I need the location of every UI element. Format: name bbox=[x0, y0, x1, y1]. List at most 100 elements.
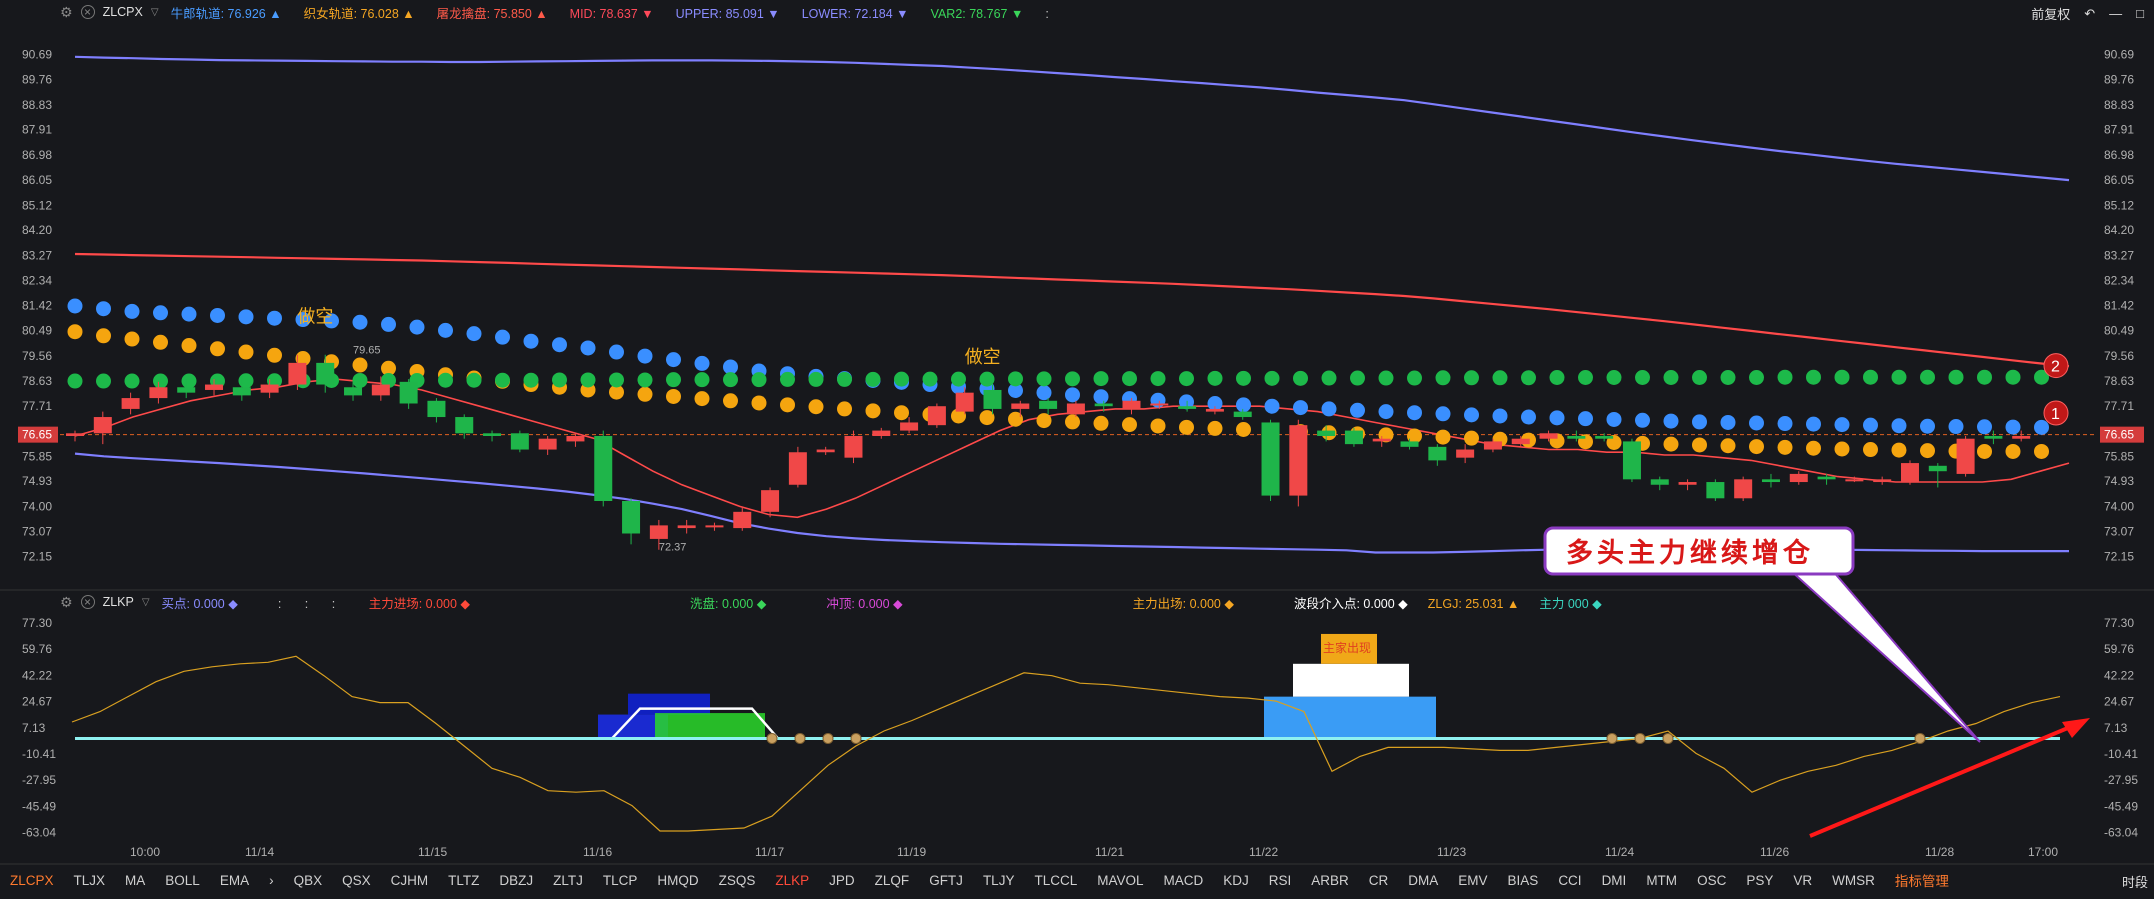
dot-牛郎轨道 bbox=[1834, 417, 1850, 433]
sub-y-tick-left: -45.49 bbox=[22, 799, 56, 813]
legend-item: 买点: 0.000 ◆ bbox=[161, 596, 238, 611]
dot-牛郎轨道 bbox=[1863, 417, 1878, 433]
candle-body bbox=[1595, 436, 1614, 439]
tab-ZLCPX[interactable]: ZLCPX bbox=[0, 873, 64, 888]
y-tick-right: 83.27 bbox=[2104, 248, 2134, 262]
dot-VAR2 bbox=[495, 372, 510, 388]
candle-body bbox=[399, 381, 418, 404]
tab-OSC[interactable]: OSC bbox=[1687, 873, 1736, 888]
dot-VAR2 bbox=[1977, 369, 1992, 385]
tab-QSX[interactable]: QSX bbox=[332, 873, 381, 888]
candle-body bbox=[1706, 482, 1725, 499]
tab-指标管理[interactable]: 指标管理 bbox=[1885, 870, 1959, 890]
chevron-down-icon[interactable]: ▽ bbox=[151, 7, 159, 18]
candle-body bbox=[705, 525, 724, 528]
tab-BIAS[interactable]: BIAS bbox=[1498, 873, 1549, 888]
tab-ZLKP[interactable]: ZLKP bbox=[765, 873, 819, 888]
dot-VAR2 bbox=[1863, 369, 1878, 385]
candle-body bbox=[1650, 479, 1669, 485]
minimize-icon[interactable]: — bbox=[2109, 6, 2122, 21]
tab-CJHM[interactable]: CJHM bbox=[381, 873, 439, 888]
tab-ZLQF[interactable]: ZLQF bbox=[865, 873, 920, 888]
tab-JPD[interactable]: JPD bbox=[819, 873, 865, 888]
sub-marker bbox=[1662, 732, 1674, 744]
candle-body bbox=[1178, 406, 1197, 409]
sub-y-tick-right: -45.49 bbox=[2104, 799, 2138, 813]
dot-织女轨道 bbox=[780, 397, 795, 413]
tab-DMA[interactable]: DMA bbox=[1398, 873, 1448, 888]
tab-TLCP[interactable]: TLCP bbox=[593, 873, 648, 888]
dot-织女轨道 bbox=[96, 328, 111, 344]
y-tick-left: 90.69 bbox=[22, 47, 52, 61]
dot-牛郎轨道 bbox=[1948, 419, 1964, 435]
y-tick-left: 85.12 bbox=[22, 198, 52, 212]
dot-织女轨道 bbox=[1093, 415, 1109, 431]
dot-VAR2 bbox=[2005, 369, 2021, 385]
undo-icon[interactable]: ↶ bbox=[2084, 6, 2095, 22]
tab-ZLTJ[interactable]: ZLTJ bbox=[543, 873, 593, 888]
close-indicator-icon[interactable]: × bbox=[80, 5, 95, 19]
sub-indicator-code[interactable]: ZLKP bbox=[103, 595, 134, 609]
tab-DMI[interactable]: DMI bbox=[1592, 873, 1637, 888]
indicator-code[interactable]: ZLCPX bbox=[103, 5, 143, 19]
tab-TLJX[interactable]: TLJX bbox=[64, 873, 116, 888]
sub-settings-gear-icon[interactable]: ⚙ bbox=[60, 594, 73, 611]
dot-牛郎轨道 bbox=[1920, 418, 1935, 434]
tab-MAVOL[interactable]: MAVOL bbox=[1087, 873, 1153, 888]
dot-VAR2 bbox=[1521, 370, 1536, 386]
candle-body bbox=[149, 387, 168, 399]
tab-VR[interactable]: VR bbox=[1783, 873, 1822, 888]
tab-MTM[interactable]: MTM bbox=[1636, 873, 1687, 888]
tab-TLJY[interactable]: TLJY bbox=[973, 873, 1025, 888]
tab-ZSQS[interactable]: ZSQS bbox=[709, 873, 766, 888]
period-label[interactable]: 时段 bbox=[2122, 872, 2148, 891]
dot-VAR2 bbox=[1492, 370, 1508, 386]
tab-TLCCL[interactable]: TLCCL bbox=[1024, 873, 1087, 888]
dot-牛郎轨道 bbox=[238, 309, 254, 325]
dot-织女轨道 bbox=[124, 331, 140, 347]
main-chart-canvas[interactable]: 90.69 90.69 89.76 89.76 88.83 88.83 87.91 87.91… bbox=[0, 0, 2154, 899]
tab-PSY[interactable]: PSY bbox=[1736, 873, 1783, 888]
tab-RSI[interactable]: RSI bbox=[1259, 873, 1302, 888]
candle-body bbox=[232, 387, 251, 396]
tab-EMA[interactable]: EMA bbox=[210, 873, 259, 888]
tab-CR[interactable]: CR bbox=[1359, 873, 1399, 888]
tab-CCI[interactable]: CCI bbox=[1548, 873, 1591, 888]
dot-VAR2 bbox=[153, 373, 168, 389]
dot-牛郎轨道 bbox=[1635, 412, 1650, 428]
y-tick-right: 90.69 bbox=[2104, 47, 2134, 61]
candle-body bbox=[1205, 408, 1224, 412]
tab-ARBR[interactable]: ARBR bbox=[1301, 873, 1359, 888]
candle-body bbox=[1317, 430, 1336, 436]
callout-text: 多头主力继续增仓 bbox=[1566, 537, 1814, 569]
tab-QBX[interactable]: QBX bbox=[284, 873, 333, 888]
fullscreen-icon[interactable]: □ bbox=[2136, 6, 2144, 21]
dot-VAR2 bbox=[1036, 371, 1052, 387]
sub-chevron-down-icon[interactable]: ▽ bbox=[142, 597, 150, 608]
tab-BOLL[interactable]: BOLL bbox=[155, 873, 210, 888]
tab-DBZJ[interactable]: DBZJ bbox=[489, 873, 543, 888]
tab-GFTJ[interactable]: GFTJ bbox=[919, 873, 973, 888]
dot-VAR2 bbox=[1435, 370, 1451, 386]
candle-body bbox=[1233, 411, 1252, 418]
tab-MA[interactable]: MA bbox=[115, 873, 155, 888]
tab-›[interactable]: › bbox=[259, 873, 284, 888]
candle-body bbox=[1928, 465, 1947, 472]
dot-牛郎轨道 bbox=[1492, 408, 1508, 424]
dot-牛郎轨道 bbox=[694, 355, 710, 371]
sub-close-indicator-icon[interactable]: × bbox=[80, 595, 95, 609]
dot-织女轨道 bbox=[637, 386, 653, 402]
candle-body bbox=[93, 417, 112, 434]
tab-EMV[interactable]: EMV bbox=[1448, 873, 1497, 888]
fq-label[interactable]: 前复权 bbox=[2031, 4, 2070, 23]
tab-WMSR[interactable]: WMSR bbox=[1822, 873, 1885, 888]
tab-HMQD[interactable]: HMQD bbox=[647, 873, 708, 888]
tab-TLTZ[interactable]: TLTZ bbox=[438, 873, 489, 888]
candle-body bbox=[177, 387, 196, 393]
tab-MACD[interactable]: MACD bbox=[1153, 873, 1213, 888]
candle-body bbox=[1372, 438, 1391, 442]
candle-body bbox=[1261, 422, 1280, 496]
settings-gear-icon[interactable]: ⚙ bbox=[60, 4, 73, 21]
y-tick-left: 74.93 bbox=[22, 474, 52, 488]
tab-KDJ[interactable]: KDJ bbox=[1213, 873, 1259, 888]
